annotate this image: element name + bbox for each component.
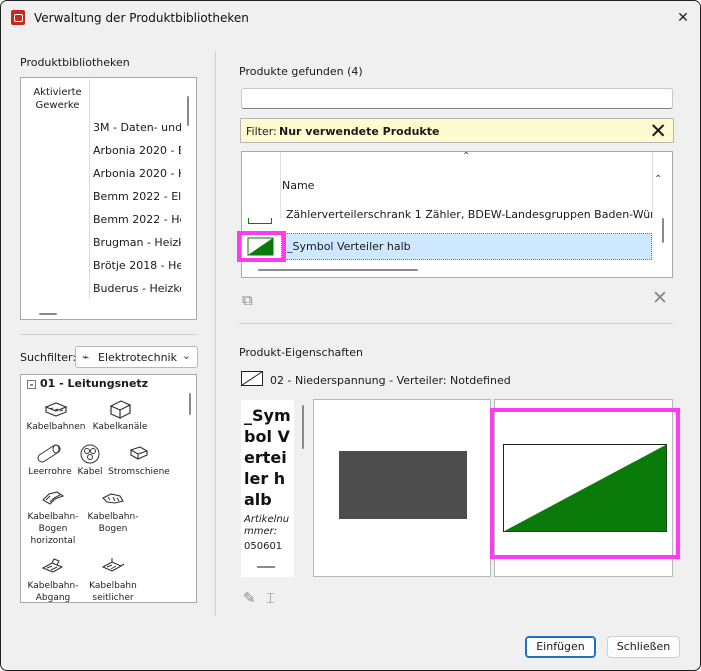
divider (20, 334, 197, 335)
app-icon (11, 10, 25, 25)
highlight-marker (237, 231, 286, 262)
tray-bend-horizontal-icon (25, 487, 81, 511)
collapse-icon[interactable]: – (27, 379, 36, 389)
tile-kabelbahn-bogen-horizontal[interactable]: Kabelbahn-Bogen horizontal (25, 487, 81, 547)
insert-button[interactable]: Einfügen (525, 636, 596, 658)
highlight-marker (490, 408, 680, 559)
catalog-vscroll[interactable] (189, 393, 191, 415)
close-icon[interactable]: ✕ (672, 7, 694, 29)
clear-filter-icon[interactable]: ✕ (649, 119, 667, 143)
cable-tray-icon (25, 397, 87, 421)
properties-label: Produkt-Eigenschaften (239, 346, 364, 359)
divider (239, 323, 673, 324)
category-catalog: –01 - Leitungsnetz Kabelbahnen Kabelkanä… (20, 374, 197, 603)
tile-kabelbahn-seitlicher[interactable]: Kabelbahn seitlicher (83, 556, 143, 602)
gewerke-header[interactable]: Aktivierte Gewerke (26, 79, 90, 299)
cable-icon (75, 442, 105, 466)
close-button[interactable]: Schließen (607, 636, 680, 658)
busbar-icon (107, 442, 171, 466)
library-item[interactable]: Arbonia 2020 - H (93, 162, 181, 185)
tray-bend-icon (83, 487, 143, 511)
column-separator (652, 152, 653, 218)
libraries-panel: Aktivierte Gewerke 3M - Daten- und Arbon… (20, 77, 197, 320)
libraries-label: Produktbibliotheken (20, 56, 130, 69)
chevron-down-icon: ⌄ (181, 349, 191, 362)
plug-icon: ⌁ (82, 350, 90, 364)
tile-kabelbahn-bogen[interactable]: Kabelbahn-Bogen (83, 487, 143, 535)
product-name-panel: _Symbol Verteiler halb Artikelnummer: 05… (241, 400, 294, 577)
filter-prefix: Filter: (246, 125, 277, 138)
tile-kabelbahn-abgang[interactable]: Kabelbahn-Abgang (25, 556, 81, 602)
libraries-hscroll[interactable] (39, 313, 57, 315)
product-name: _Symbol Verteiler halb (244, 406, 291, 509)
filter-value: Nur verwendete Produkte (279, 125, 440, 138)
grid-vscroll[interactable] (662, 218, 664, 243)
name-panel-vscroll[interactable] (302, 405, 304, 449)
filter-bar: Filter: Nur verwendete Produkte ✕ (240, 118, 674, 143)
library-item[interactable]: Arbonia 2020 - E (93, 139, 181, 162)
library-item[interactable]: Bemm 2022 - He (93, 208, 181, 231)
library-item[interactable]: 3M - Daten- und (93, 116, 181, 139)
tile-kabelkanaele[interactable]: Kabelkanäle (87, 397, 153, 433)
library-item[interactable]: Buderus - Heizko (93, 277, 181, 300)
libraries-vscroll[interactable] (187, 96, 189, 126)
grid-row[interactable]: Zählerverteilerschrank 1 Zähler, BDEW-La… (242, 207, 652, 227)
search-input[interactable] (241, 88, 673, 109)
window-title: Verwaltung der Produktbibliotheken (34, 11, 249, 25)
add-product-icon[interactable]: ⧉ (242, 291, 253, 309)
suchfilter-label: Suchfilter: (20, 351, 77, 364)
grid-hscroll[interactable] (258, 269, 418, 271)
conduit-icon (25, 442, 75, 466)
library-item[interactable]: Bemm 2022 - Ele (93, 185, 181, 208)
article-label: Artikelnummer: (244, 514, 290, 537)
title-bar: Verwaltung der Produktbibliotheken ✕ (1, 1, 700, 35)
tile-stromschiene[interactable]: Stromschiene (107, 442, 171, 478)
product-type: 02 - Niederspannung - Verteiler: Notdefi… (270, 374, 511, 387)
library-item[interactable]: Brugman - Heizk (93, 231, 181, 254)
name-panel-hscroll[interactable] (257, 566, 275, 568)
suchfilter-select[interactable]: ⌁ Elektrotechnik ⌄ (75, 346, 198, 368)
products-grid: ⌃ Name ⌃ Zählerverteilerschrank 1 Zähler… (241, 151, 673, 278)
panel-divider (215, 51, 216, 616)
libraries-list: 3M - Daten- und Arbonia 2020 - E Arbonia… (93, 116, 181, 306)
article-number: 050601 (244, 541, 283, 552)
library-item[interactable]: Brötje 2018 - He (93, 254, 181, 277)
preview-2d-shape (339, 451, 467, 519)
sort-ascending-icon[interactable]: ⌃ (462, 152, 470, 162)
pencil-icon[interactable]: ✎ (243, 589, 256, 607)
remove-product-icon[interactable]: ✕ (652, 287, 668, 309)
cable-duct-icon (87, 397, 153, 421)
preview-2d (313, 399, 491, 577)
tile-kabel[interactable]: Kabel (75, 442, 105, 478)
dimension-icon[interactable]: ⌶ (266, 589, 275, 607)
category-header[interactable]: –01 - Leitungsnetz (27, 377, 148, 390)
tile-leerrohre[interactable]: Leerrohre (25, 442, 75, 478)
product-type-icon (241, 371, 263, 386)
suchfilter-value: Elektrotechnik (98, 351, 177, 364)
tray-side-icon (83, 556, 143, 580)
dialog-window: Verwaltung der Produktbibliotheken ✕ Pro… (0, 0, 701, 671)
grid-row-selected[interactable]: _Symbol Verteiler halb (281, 233, 652, 260)
found-label: Produkte gefunden (4) (239, 65, 363, 78)
tray-branch-icon (25, 556, 81, 580)
column-header-name[interactable]: Name (282, 179, 314, 192)
distribution-symbol-icon (248, 218, 272, 224)
tile-kabelbahnen[interactable]: Kabelbahnen (25, 397, 87, 433)
column-header-extra[interactable]: ⌃ (654, 174, 662, 185)
